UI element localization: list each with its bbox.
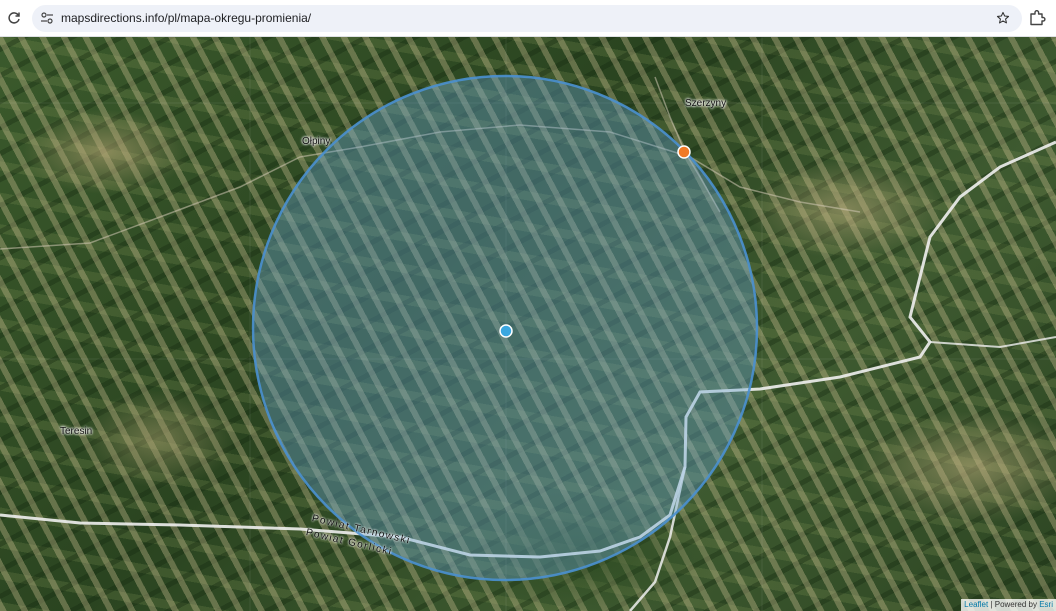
map-view[interactable]: Ołpiny Szerzyny Teresin Powiat Tarnowski… — [0, 37, 1056, 611]
address-bar[interactable]: mapsdirections.info/pl/mapa-okregu-promi… — [32, 5, 1022, 32]
edge-marker[interactable] — [677, 145, 691, 159]
place-label-szerzyny: Szerzyny — [685, 98, 727, 109]
map-attribution: Leaflet | Powered by Esri — [961, 599, 1056, 611]
bookmark-star-icon[interactable] — [994, 9, 1012, 27]
place-label-olpiny: Ołpiny — [302, 136, 331, 147]
esri-link[interactable]: Esri — [1039, 600, 1053, 609]
admin-boundary-east — [929, 336, 1056, 349]
center-marker[interactable] — [499, 324, 513, 338]
site-info-icon[interactable] — [40, 11, 54, 25]
reload-icon[interactable] — [4, 8, 24, 28]
map-overlay — [0, 37, 1056, 611]
browser-toolbar: mapsdirections.info/pl/mapa-okregu-promi… — [0, 0, 1056, 37]
extensions-icon[interactable] — [1028, 9, 1046, 27]
url-text[interactable]: mapsdirections.info/pl/mapa-okregu-promi… — [61, 11, 311, 25]
leaflet-link[interactable]: Leaflet — [964, 600, 988, 609]
attribution-separator: | Powered by — [990, 600, 1037, 609]
place-label-teresin: Teresin — [60, 426, 93, 437]
